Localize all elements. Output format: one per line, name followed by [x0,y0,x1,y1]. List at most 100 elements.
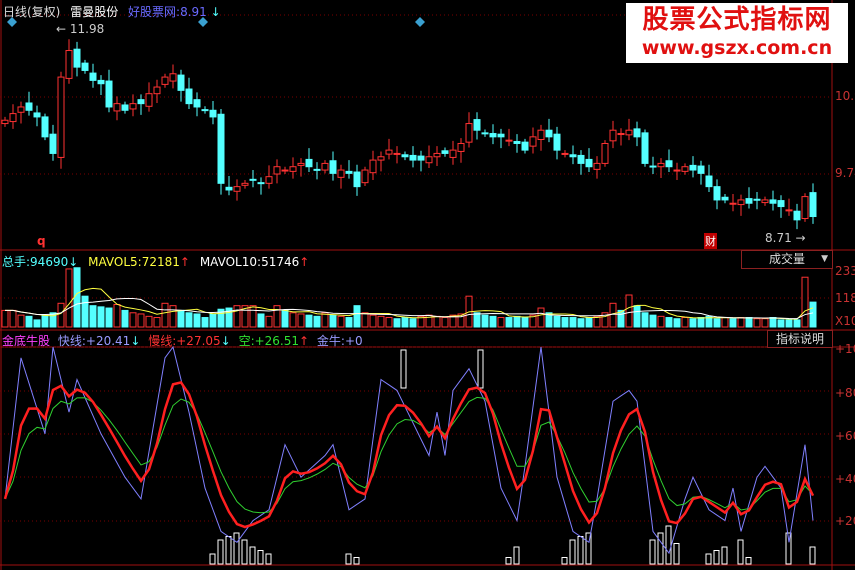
candle-body [89,72,97,81]
stock-name: 雷曼股份 [70,5,119,19]
candle-body [601,142,609,164]
volume-bar [513,315,521,328]
chevron-down-icon: ▼ [821,254,828,264]
volume-bar [73,267,81,328]
mavol5-value: 72181 [141,255,180,269]
candle-body [521,141,529,151]
candle-body [553,133,561,151]
volume-bar [809,301,817,328]
candle-body [145,93,153,107]
volume-bar [33,319,41,328]
volume-bar [521,317,529,328]
volume-bar [673,318,681,328]
candle-body [41,116,49,138]
volume-bar [729,318,737,328]
candle-body [657,162,665,168]
stock-chart[interactable] [0,0,855,570]
volume-bar [665,317,673,328]
candle-body [769,199,777,204]
candle-body [137,99,145,105]
volume-bar [777,319,785,328]
jinniu-signal-bar [400,349,407,389]
volume-bar [361,312,369,328]
kong-value: +26.51 [254,334,300,348]
volume-bar [393,318,401,328]
candle-body [529,136,537,147]
up-arrow-icon: ↑ [299,255,310,269]
candle-body [697,165,705,174]
candle-body [569,154,577,158]
candle-body [297,162,305,166]
volume-bar [129,312,137,328]
candle-body [393,152,401,155]
candle-body [289,166,297,172]
volume-bar [65,268,73,328]
candle-body [641,132,649,164]
candle-body [745,198,753,204]
candle-body [73,48,81,68]
q-mark[interactable]: q [37,234,46,248]
volume-bar [105,307,113,328]
volume-bar [657,315,665,328]
volume-bar [505,317,513,328]
volume-dropdown[interactable]: 成交量 ▼ [741,250,833,269]
jinniu-bar [657,532,664,565]
candle-body [561,152,569,155]
volume-bar [713,318,721,328]
low-price-value: 8.71 [765,231,792,245]
volume-bar [41,314,49,328]
slow-value: +27.05 [176,334,221,348]
volume-bar [401,317,409,328]
jinniu-bar [225,536,232,565]
indicator-help-button[interactable]: 指标说明 [767,330,833,348]
volume-bar [785,319,793,328]
candle-body [233,186,241,192]
volume-bar [537,307,545,328]
indicator-axis-label: +80 [835,386,855,400]
candle-body [505,139,513,142]
candle-body [649,165,657,168]
watermark-logo: 股票公式指标网 www.gszx.com.cn [626,3,848,63]
total-value: 94690 [30,255,69,269]
volume-bar [409,318,417,328]
volume-header: 总手:94690↓ MAVOL5:72181↑ MAVOL10:51746↑ [2,253,309,270]
fast-line [4,345,814,555]
volume-bar [17,314,25,328]
volume-bar [441,317,449,328]
candle-body [585,158,593,168]
down-arrow-icon: ↓ [68,255,79,269]
volume-bar [209,313,217,328]
jinniu-bar [705,553,712,565]
jinniu-bar [217,539,224,565]
jinniu-bar [665,525,672,565]
high-price-label: ← 11.98 [56,22,105,36]
period-label: 日线(复权) [3,5,61,19]
candle-body [753,198,761,201]
cai-badge[interactable]: 财 [704,233,717,249]
mavol10-value: 51746 [261,255,300,269]
volume-bar [385,317,393,328]
indicator-axis-label: +40 [835,472,855,486]
candle-body [625,129,633,136]
candle-body [49,133,57,154]
volume-bar [697,317,705,328]
volume-bar [577,318,585,328]
volume-bar [305,314,313,328]
candle-body [249,178,257,181]
candle-body [497,133,505,138]
candle-body [777,200,785,208]
candle-body [57,76,65,158]
volume-bar [265,315,273,328]
candle-body [401,154,409,158]
candle-body [633,128,641,138]
candle-body [537,129,545,140]
high-price-value: 11.98 [69,22,105,36]
candle-body [193,99,201,108]
volume-bar [737,317,745,328]
indicator-axis-label: +60 [835,429,855,443]
jinniu-bar [673,543,680,565]
candle-body [113,103,121,112]
volume-bar [641,312,649,328]
volume-bar [161,302,169,328]
jinniu-bar [809,546,816,565]
